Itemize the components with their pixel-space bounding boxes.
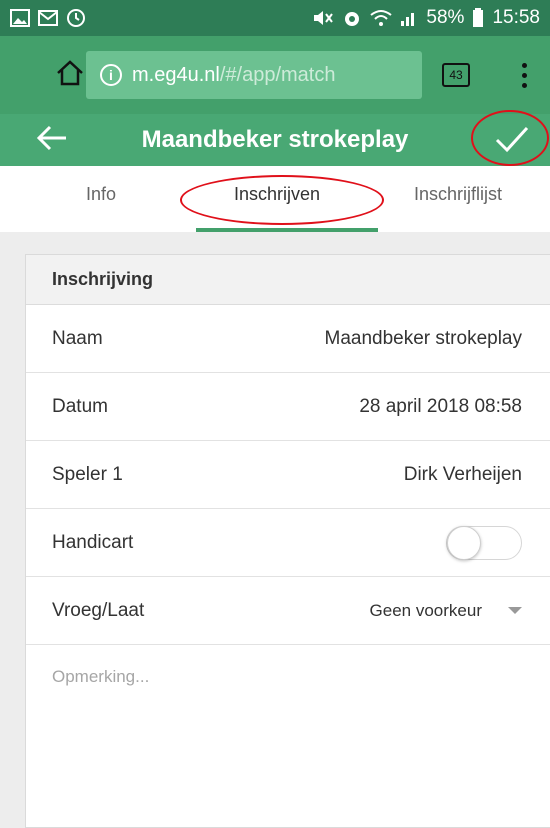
field-row-datum: Datum 28 april 2018 08:58 [26, 373, 550, 441]
url-path: /#/app/match [219, 63, 336, 86]
menu-dot-icon [521, 82, 527, 88]
battery-icon [472, 8, 484, 28]
field-value: 28 april 2018 08:58 [359, 395, 522, 417]
url-host: m.eg4u.nl [132, 63, 220, 86]
field-row-naam: Naam Maandbeker strokeplay [26, 305, 550, 373]
field-label: Naam [52, 327, 103, 349]
home-icon [55, 59, 85, 92]
vroeg-laat-select[interactable]: Geen voorkeur [370, 601, 522, 621]
page-title: Maandbeker strokeplay [141, 126, 409, 153]
field-label: Handicart [52, 531, 134, 553]
tab-switcher-button[interactable]: 43 [442, 63, 470, 87]
field-value: Maandbeker strokeplay [324, 327, 523, 349]
active-tab-indicator [196, 228, 378, 232]
field-label: Datum [52, 395, 108, 417]
browser-menu-button[interactable] [512, 58, 536, 92]
tab-bar: Info Inschrijven Inschrijflijst [0, 166, 550, 232]
field-row-handicart: Handicart [26, 509, 550, 577]
checkmark-icon [494, 124, 530, 159]
confirm-button[interactable] [492, 122, 532, 160]
section-title: Inschrijving [26, 255, 550, 305]
field-label: Speler 1 [52, 463, 123, 485]
signal-icon [400, 9, 418, 27]
toggle-knob [447, 525, 481, 560]
browser-toolbar: i m.eg4u.nl/#/app/match 43 [0, 36, 550, 114]
tab-inschrijven[interactable]: Inschrijven [234, 184, 320, 205]
registration-card: Inschrijving Naam Maandbeker strokeplay … [25, 254, 550, 828]
alarm-icon [342, 8, 362, 28]
status-bar: 58% 15:58 [0, 0, 550, 36]
mail-icon [38, 9, 58, 27]
remark-input[interactable] [26, 645, 550, 815]
address-bar[interactable]: i m.eg4u.nl/#/app/match [86, 51, 422, 99]
menu-dot-icon [521, 62, 527, 68]
battery-percentage: 58% [426, 7, 465, 28]
mute-icon [312, 9, 334, 27]
menu-dot-icon [521, 72, 527, 78]
field-row-vroeg-laat: Vroeg/Laat Geen voorkeur [26, 577, 550, 645]
field-row-speler: Speler 1 Dirk Verheijen [26, 441, 550, 509]
field-value: Dirk Verheijen [403, 463, 522, 485]
clock: 15:58 [492, 7, 540, 28]
image-icon [10, 9, 30, 27]
alarm-icon [66, 8, 86, 28]
select-value: Geen voorkeur [369, 600, 482, 620]
tab-info[interactable]: Info [86, 184, 116, 205]
field-label: Vroeg/Laat [52, 599, 145, 621]
handicart-toggle[interactable] [446, 525, 522, 560]
wifi-icon [370, 9, 393, 27]
app-header: Maandbeker strokeplay [0, 114, 550, 166]
info-icon[interactable]: i [100, 64, 122, 86]
chevron-down-icon [508, 607, 522, 614]
tab-inschrijflijst[interactable]: Inschrijflijst [414, 184, 502, 205]
